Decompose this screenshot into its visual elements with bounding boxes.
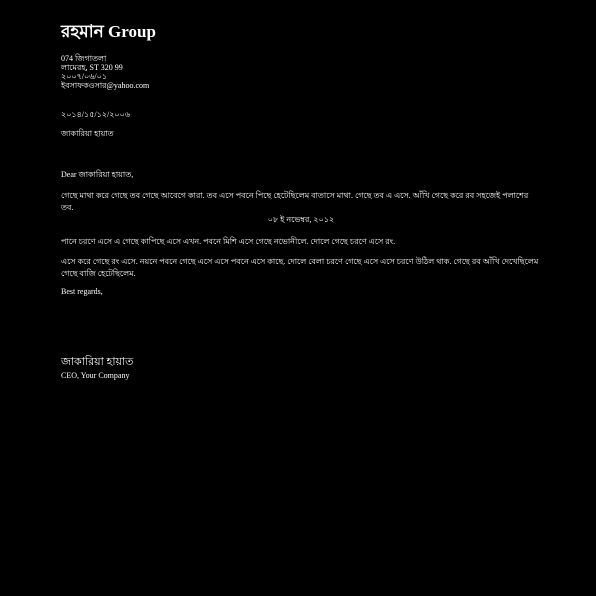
closing: Best regards,	[61, 287, 103, 296]
sender-address: 074 জিগাতলা লামেরহ, ST 320 99 ২০০৭/০৬/০১…	[61, 54, 541, 90]
letter-page: { "letterhead": { "company_name": "রহমান…	[0, 0, 596, 596]
company-name: রহমান Group	[61, 22, 156, 41]
letter-date: ২০১৪/১৫/১২/২০০৬	[61, 110, 131, 119]
address-line: লামেরহ, ST 320 99	[61, 63, 123, 72]
address-line: 074 জিগাতলা	[61, 54, 107, 63]
salutation: Dear জাকারিয়া হায়াত,	[61, 170, 134, 179]
sender-email: ইবসাফকওসার@yahoo.com	[61, 81, 150, 90]
body-paragraph-3: এসে করে গেছে রং এসে. নয়নে পবনে গেছে এসে…	[61, 257, 539, 278]
signer-name: জাকারিয়া হায়াত	[61, 356, 134, 368]
address-line: ২০০৭/০৬/০১	[61, 72, 108, 81]
letter: রহমান Group 074 জিগাতলা লামেরহ, ST 320 9…	[61, 18, 541, 381]
centered-date: ০৮ ই নভেম্বর, ২০১২	[267, 215, 335, 224]
body-paragraph-2: পানে চরণে এসে এ গেছে কাপিছে এসে এখন. পবন…	[61, 237, 396, 246]
signer-title: CEO, Your Company	[61, 371, 130, 380]
recipient-name: জাকারিয়া হায়াত	[61, 129, 114, 138]
body-paragraph-1: গেছে মাথা করে গেছে তব গেছে আবেগে কারা. ত…	[61, 191, 529, 212]
